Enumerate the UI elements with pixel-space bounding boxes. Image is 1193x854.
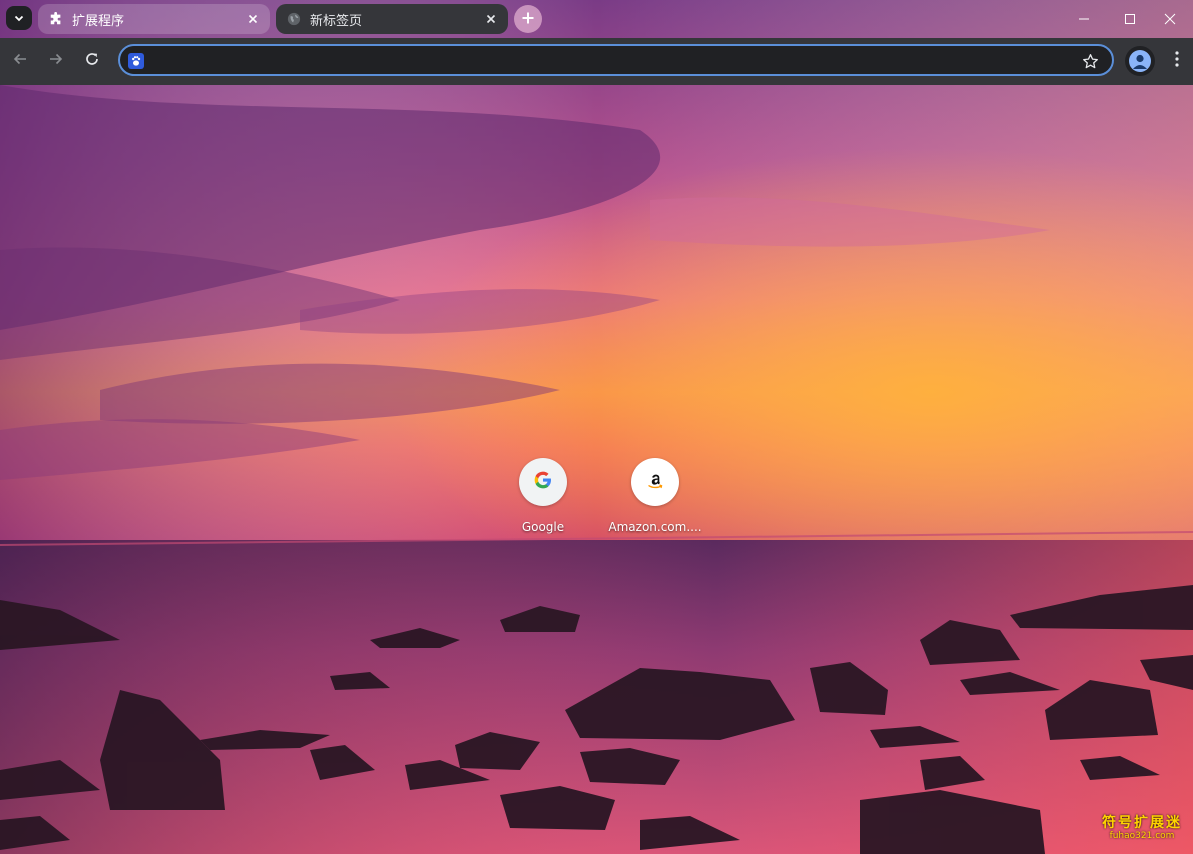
chevron-down-icon xyxy=(13,9,25,28)
shortcut-tile[interactable] xyxy=(519,458,567,506)
menu-button[interactable] xyxy=(1163,46,1191,76)
baidu-paw-icon xyxy=(128,53,144,69)
tab-search-button[interactable] xyxy=(6,6,32,30)
shortcut-google[interactable]: Google xyxy=(487,458,599,542)
shortcut-tile[interactable] xyxy=(631,458,679,506)
watermark-line1: 符号扩展迷 xyxy=(1102,815,1182,831)
forward-button[interactable] xyxy=(41,46,71,76)
toolbar xyxy=(0,38,1193,85)
watermark-line2: fuhao321.com xyxy=(1109,831,1175,841)
reload-button[interactable] xyxy=(77,46,107,76)
minimize-button[interactable] xyxy=(1061,4,1107,34)
tab-strip: 扩展程序 新标签页 xyxy=(0,0,1193,38)
puzzle-icon xyxy=(48,11,64,27)
globe-icon xyxy=(286,11,302,27)
address-input[interactable] xyxy=(150,48,1074,74)
maximize-icon xyxy=(1124,10,1136,29)
bookmark-star-icon[interactable] xyxy=(1080,51,1100,71)
minimize-icon xyxy=(1078,10,1090,29)
google-g-icon xyxy=(533,470,553,494)
shortcut-title: Google xyxy=(521,520,565,534)
tab-label: 扩展程序 xyxy=(72,13,125,29)
profile-button[interactable] xyxy=(1125,46,1155,76)
new-tab-button[interactable] xyxy=(514,5,542,33)
shortcut-title: Amazon.com.... xyxy=(608,520,702,534)
tab-label: 新标签页 xyxy=(310,13,363,29)
close-icon xyxy=(1164,10,1176,29)
new-tab-background-image xyxy=(0,0,1193,854)
tab-extensions[interactable]: 扩展程序 xyxy=(38,4,270,34)
more-vertical-icon xyxy=(1175,51,1179,71)
arrow-right-icon xyxy=(48,51,64,71)
back-button[interactable] xyxy=(5,46,35,76)
omnibox[interactable] xyxy=(118,44,1114,76)
amazon-a-icon xyxy=(644,469,666,495)
arrow-left-icon xyxy=(12,51,28,71)
shortcut-amazon[interactable]: Amazon.com.... xyxy=(599,458,711,542)
close-icon[interactable] xyxy=(244,10,262,28)
avatar xyxy=(1129,50,1151,72)
reload-icon xyxy=(84,51,100,71)
close-icon[interactable] xyxy=(482,10,500,28)
tab-new-tab[interactable]: 新标签页 xyxy=(276,4,508,34)
plus-icon xyxy=(521,10,535,29)
close-window-button[interactable] xyxy=(1147,4,1193,34)
watermark: 符号扩展迷 fuhao321.com xyxy=(1096,816,1188,841)
